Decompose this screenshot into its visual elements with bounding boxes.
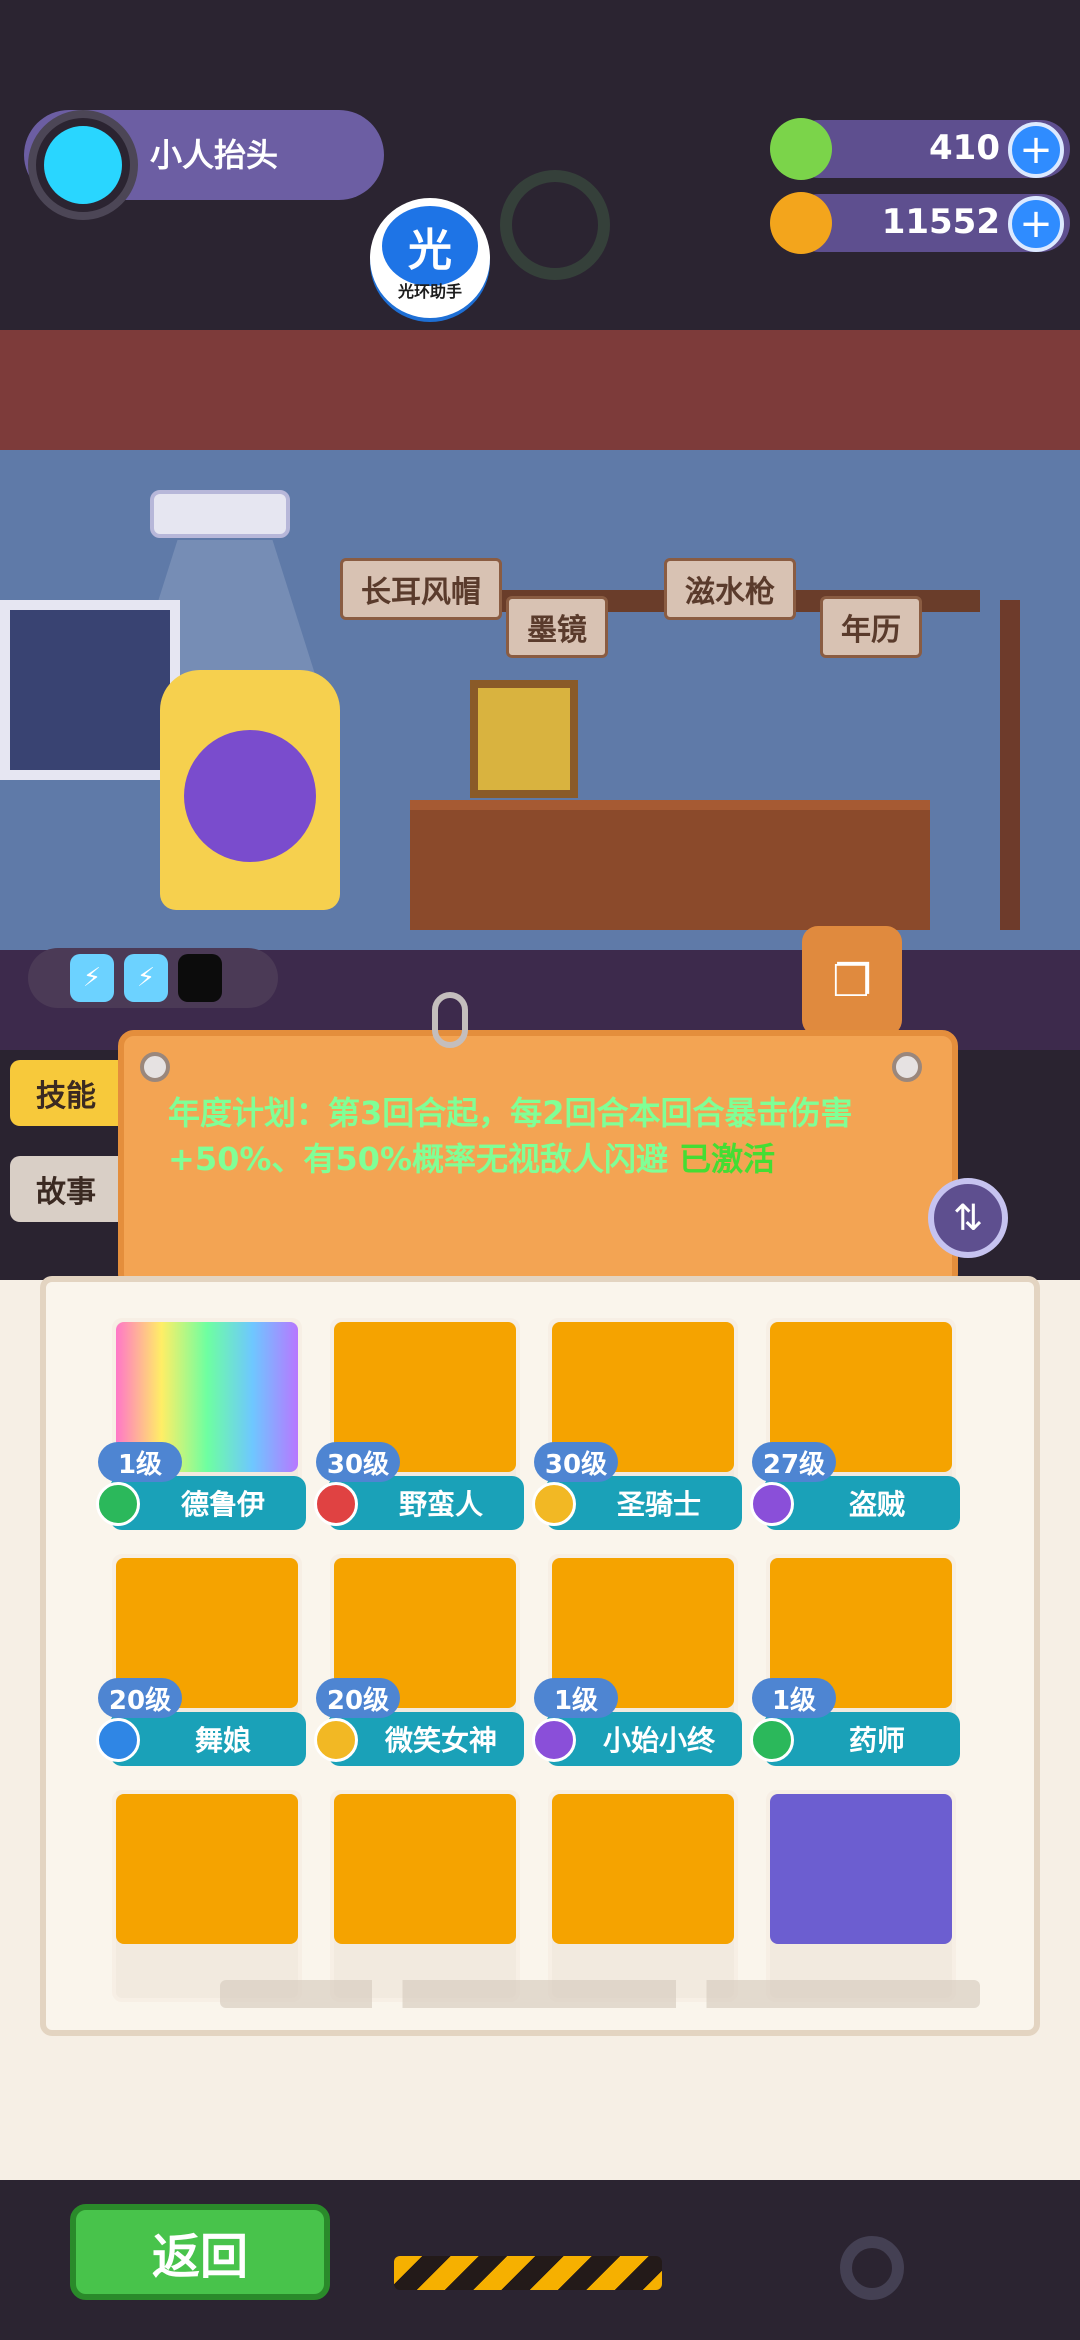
hero-class-icon — [314, 1718, 358, 1762]
hero-level: 20级 — [98, 1678, 182, 1718]
projector-icon — [150, 490, 290, 538]
player-name: 小人抬头 — [150, 136, 279, 174]
hero-level: 27级 — [752, 1442, 836, 1482]
ring-decoration — [840, 2236, 904, 2300]
portrait-frame — [470, 680, 578, 798]
paper-clip-icon — [432, 992, 468, 1048]
pin-icon — [140, 1052, 170, 1082]
hero-class-icon — [532, 1718, 576, 1762]
skill-description: 年度计划：第3回合起，每2回合本回合暴击伤害+50%、有50%概率无视敌人闪避 … — [168, 1090, 928, 1182]
hero-class-icon — [314, 1482, 358, 1526]
shelf-item-calendar[interactable]: 年历 — [820, 596, 922, 658]
hero-class-icon — [750, 1482, 794, 1526]
hero-class-icon — [96, 1482, 140, 1526]
empty-energy-slot — [178, 954, 222, 1002]
hero-level: 1级 — [98, 1442, 182, 1482]
hero-portrait — [770, 1794, 952, 1944]
hero-level: 30级 — [316, 1442, 400, 1482]
hazard-stripe — [394, 2256, 662, 2290]
hero-level: 1级 — [534, 1678, 618, 1718]
skill-status: 已激活 — [679, 1140, 776, 1178]
hero-class-icon — [96, 1718, 140, 1762]
hero-portrait — [334, 1794, 516, 1944]
hero-level: 20级 — [316, 1678, 400, 1718]
faint-hint-text — [220, 1980, 980, 2008]
desk — [410, 800, 930, 930]
hero-class-icon — [532, 1482, 576, 1526]
shelf-item-hood[interactable]: 长耳风帽 — [340, 558, 502, 620]
hero-portrait — [552, 1794, 734, 1944]
pin-icon — [892, 1052, 922, 1082]
energy-icon: ⚡ — [124, 954, 168, 1002]
back-button[interactable]: 返回 — [70, 2204, 330, 2300]
shelf-item-water-gun[interactable]: 滋水枪 — [664, 558, 796, 620]
green-gem-icon — [770, 118, 832, 180]
swap-icon[interactable]: ⇅ — [928, 1178, 1008, 1258]
add-coins-button[interactable]: + — [1008, 196, 1064, 252]
gold-planet-icon — [770, 192, 832, 254]
tab-skill[interactable]: 技能 — [10, 1060, 122, 1126]
helper-icon[interactable]: 光 — [382, 206, 478, 286]
fan-decoration — [500, 170, 610, 280]
hero-class-icon — [750, 1718, 794, 1762]
add-gems-button[interactable]: + — [1008, 122, 1064, 178]
shelf-item-sunglasses[interactable]: 墨镜 — [506, 596, 608, 658]
room-upper-shelf — [0, 330, 1080, 450]
hero-figure[interactable] — [160, 670, 340, 910]
skin-button[interactable]: ❐ — [802, 926, 902, 1036]
coat-stand — [1000, 600, 1020, 930]
window — [0, 600, 180, 780]
helper-label: 光环助手 — [397, 282, 462, 301]
tab-story[interactable]: 故事 — [10, 1156, 122, 1222]
hero-level: 1级 — [752, 1678, 836, 1718]
hero-portrait — [116, 1794, 298, 1944]
gems-value: 410 — [929, 128, 1000, 168]
player-avatar[interactable] — [44, 126, 122, 204]
coins-value: 11552 — [881, 202, 1000, 242]
energy-icon: ⚡ — [70, 954, 114, 1002]
hero-level: 30级 — [534, 1442, 618, 1482]
